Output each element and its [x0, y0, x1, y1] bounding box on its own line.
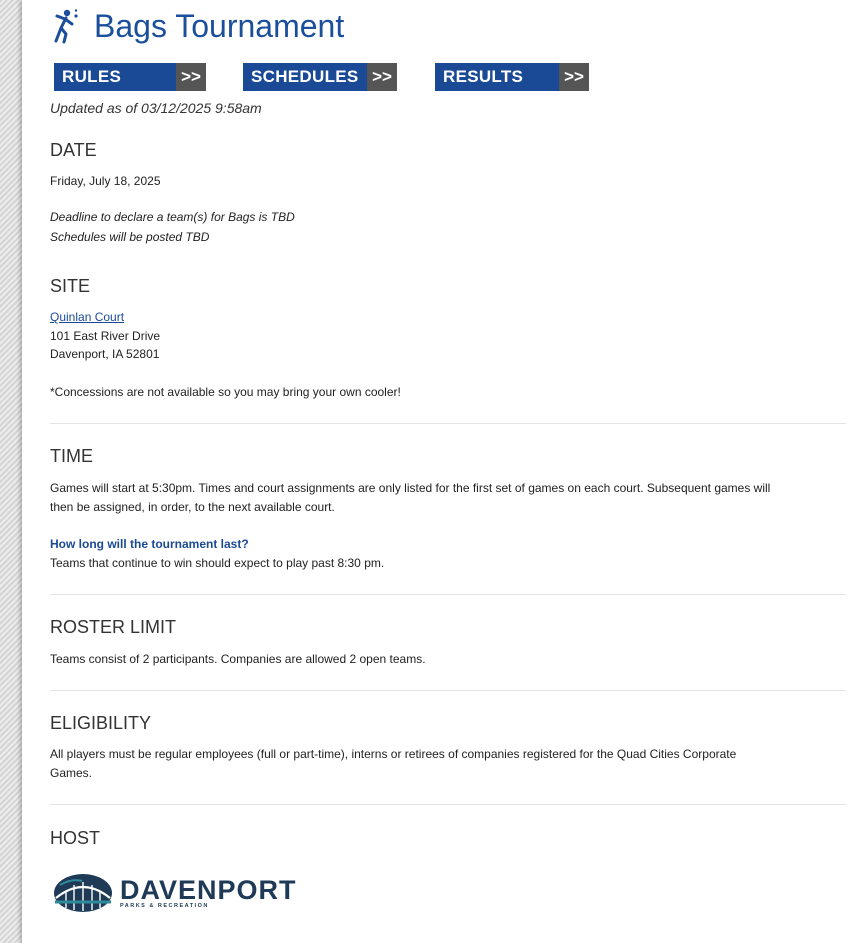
results-button[interactable]: RESULTS >> [435, 63, 589, 91]
duration-question: How long will the tournament last? [50, 537, 249, 551]
host-heading: HOST [50, 828, 101, 848]
divider [50, 690, 846, 691]
bridge-globe-icon [54, 874, 112, 912]
duration-answer: Teams that continue to win should expect… [50, 556, 385, 570]
time-body-line-2: then be assigned, in order, to the next … [50, 500, 335, 514]
page-title: Bags Tournament [94, 7, 345, 44]
divider [50, 594, 846, 595]
double-chevron-right-icon: >> [176, 63, 206, 91]
divider [50, 423, 846, 424]
schedule-note: Schedules will be posted TBD [50, 230, 210, 244]
time-heading: TIME [50, 446, 93, 466]
divider [50, 804, 846, 805]
rules-button[interactable]: RULES >> [54, 63, 206, 91]
updated-timestamp: Updated as of 03/12/2025 9:58am [50, 100, 262, 116]
address-line-1: 101 East River Drive [50, 329, 161, 343]
double-chevron-right-icon: >> [559, 63, 589, 91]
roster-heading: ROSTER LIMIT [50, 617, 177, 637]
eligibility-heading: ELIGIBILITY [50, 713, 152, 733]
roster-body: Teams consist of 2 participants. Compani… [50, 652, 426, 666]
time-body-line-1: Games will start at 5:30pm. Times and co… [50, 481, 771, 495]
address-line-2: Davenport, IA 52801 [50, 347, 160, 361]
eligibility-body-line-1: All players must be regular employees (f… [50, 747, 737, 761]
eligibility-body-line-2: Games. [50, 766, 93, 780]
page-header: Bags Tournament [50, 6, 344, 46]
date-heading: DATE [50, 140, 97, 160]
deadline-note: Deadline to declare a team(s) for Bags i… [50, 210, 295, 224]
logo-name: DAVENPORT [120, 875, 297, 905]
site-heading: SITE [50, 276, 91, 296]
results-label: RESULTS [435, 63, 559, 91]
rules-label: RULES [54, 63, 176, 91]
schedules-button[interactable]: SCHEDULES >> [243, 63, 397, 91]
schedules-label: SCHEDULES [243, 63, 367, 91]
davenport-parks-logo: DAVENPORT PARKS & RECREATION [52, 872, 297, 914]
venue-link[interactable]: Quinlan Court [50, 308, 124, 326]
concessions-note: *Concessions are not available so you ma… [50, 385, 401, 399]
content-panel: Bags Tournament RULES >> SCHEDULES >> RE… [22, 0, 864, 943]
date-value: Friday, July 18, 2025 [50, 174, 161, 188]
runner-icon [54, 9, 78, 44]
double-chevron-right-icon: >> [367, 63, 397, 91]
